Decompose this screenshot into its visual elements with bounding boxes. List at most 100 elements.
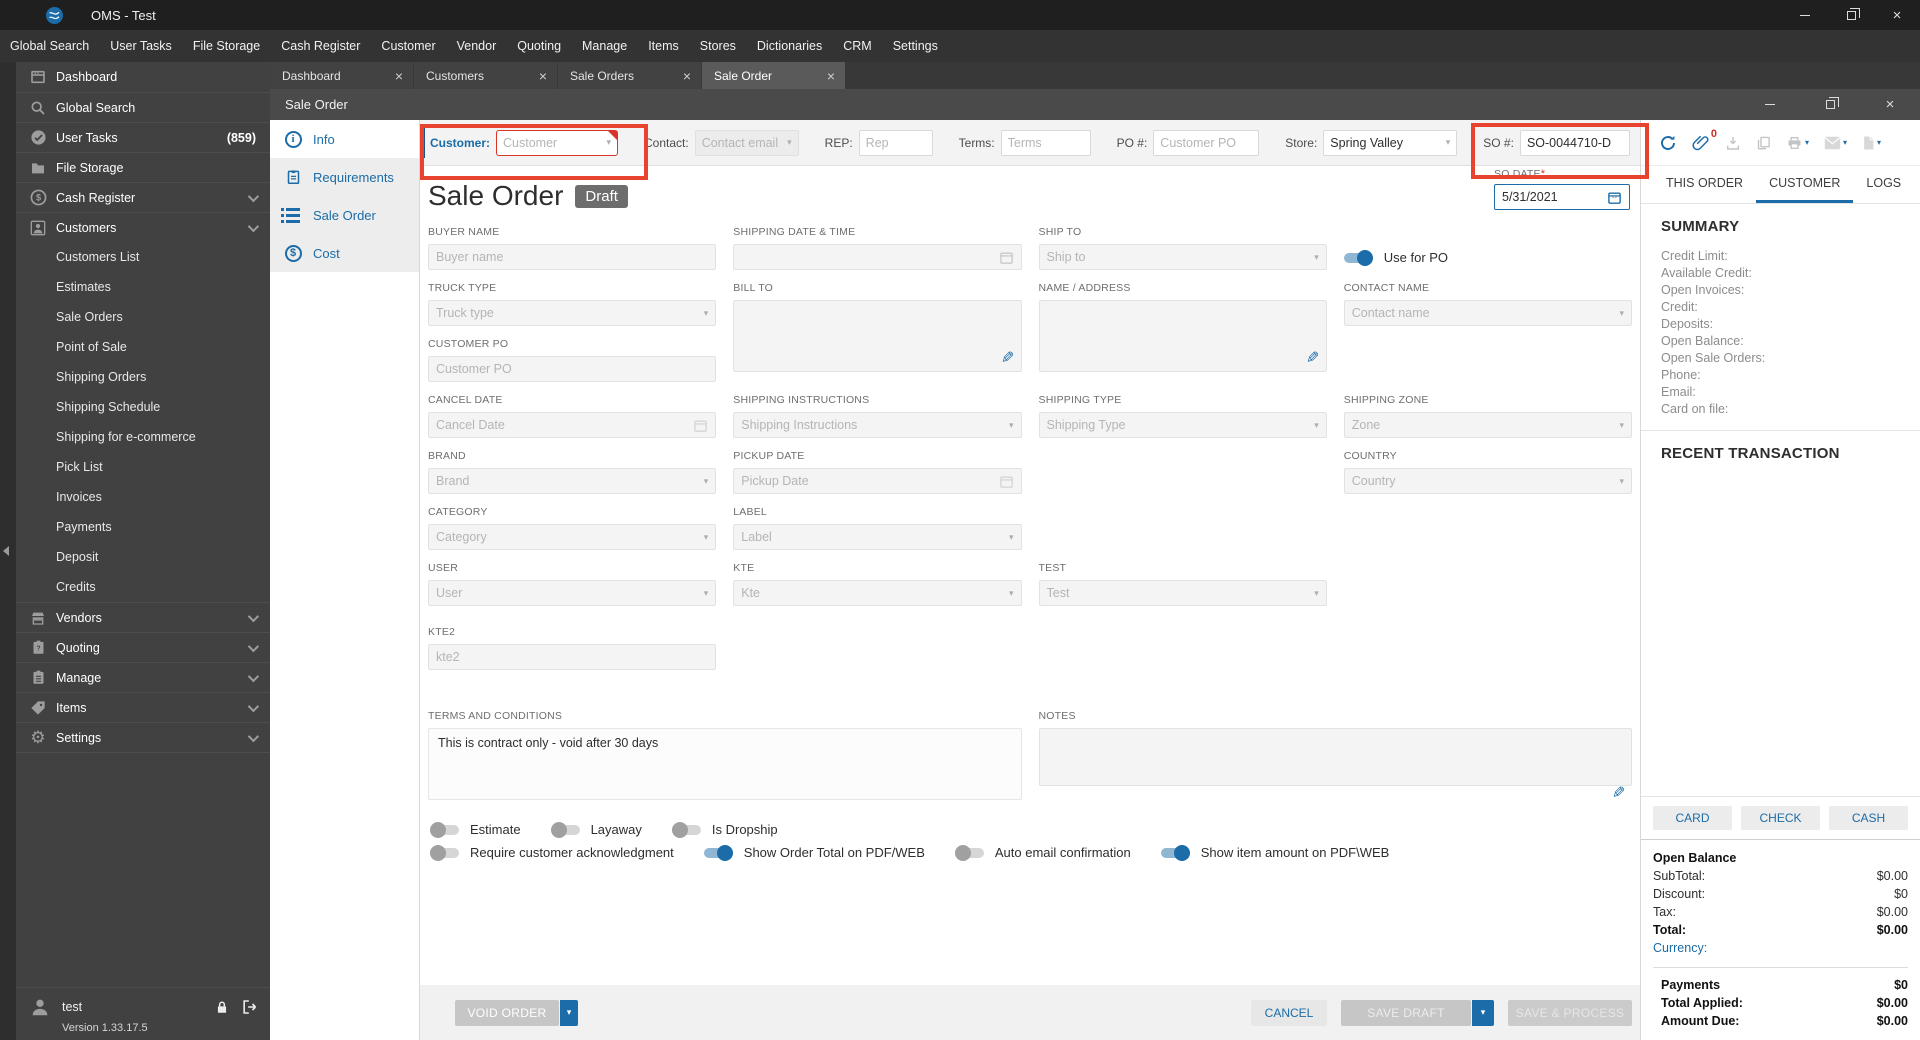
menu-items[interactable]: Items xyxy=(648,39,679,53)
sidebar-item-manage[interactable]: Manage xyxy=(16,662,270,692)
customer-po-input[interactable]: Customer PO xyxy=(428,356,717,382)
doc-minimize-button[interactable] xyxy=(1740,89,1800,120)
cancel-button[interactable]: CANCEL xyxy=(1251,999,1327,1026)
sidebar-item-cash-register[interactable]: $ Cash Register xyxy=(16,182,270,212)
store-dropdown[interactable]: Spring Valley ▾ xyxy=(1323,129,1458,156)
rep-input[interactable] xyxy=(858,129,933,156)
lock-icon[interactable] xyxy=(215,1000,229,1015)
nav-item-requirements[interactable]: Requirements xyxy=(270,158,419,196)
save-draft-dropdown-button[interactable]: ▾ xyxy=(1472,999,1494,1026)
auto-email-confirmation-toggle[interactable] xyxy=(954,844,984,861)
require-acknowledgment-toggle[interactable] xyxy=(430,844,459,861)
sidebar-item-customers-list[interactable]: Customers List xyxy=(16,242,270,272)
nav-item-cost[interactable]: $ Cost xyxy=(270,234,419,272)
test-dropdown[interactable]: Test ▾ xyxy=(1038,580,1327,606)
so-date-input[interactable]: 5/31/2021 xyxy=(1494,184,1630,210)
contact-dropdown[interactable]: Contact email ▾ xyxy=(694,129,799,156)
sidebar-item-deposit[interactable]: Deposit xyxy=(16,542,270,572)
terms-conditions-textarea[interactable]: This is contract only - void after 30 da… xyxy=(428,728,1022,800)
sidebar-item-file-storage[interactable]: File Storage xyxy=(16,152,270,182)
print-icon[interactable]: ▾ xyxy=(1786,135,1809,151)
ship-to-dropdown[interactable]: Ship to ▾ xyxy=(1038,244,1327,270)
menu-dictionaries[interactable]: Dictionaries xyxy=(757,39,822,53)
logout-icon[interactable] xyxy=(241,999,258,1015)
is-dropship-toggle[interactable] xyxy=(671,821,701,838)
sidebar-item-estimates[interactable]: Estimates xyxy=(16,272,270,302)
estimate-toggle[interactable] xyxy=(430,821,459,838)
user-dropdown[interactable]: User ▾ xyxy=(428,580,717,606)
refresh-icon[interactable] xyxy=(1659,134,1677,152)
tab-logs[interactable]: LOGS xyxy=(1853,166,1914,203)
menu-settings[interactable]: Settings xyxy=(893,39,938,53)
close-icon[interactable]: × xyxy=(537,68,549,84)
sidebar-item-vendors[interactable]: Vendors xyxy=(16,602,270,632)
void-order-dropdown-button[interactable]: ▾ xyxy=(560,999,578,1026)
buyer-name-input[interactable]: Buyer name xyxy=(428,244,717,270)
check-button[interactable]: CHECK xyxy=(1741,806,1820,830)
kte2-input[interactable]: kte2 xyxy=(428,644,717,670)
layaway-toggle[interactable] xyxy=(550,821,580,838)
sidebar-collapse-arrow-icon[interactable] xyxy=(3,546,9,556)
brand-dropdown[interactable]: Brand ▾ xyxy=(428,468,717,494)
sidebar-item-shipping-schedule[interactable]: Shipping Schedule xyxy=(16,392,270,422)
tab-dashboard[interactable]: Dashboard × xyxy=(270,62,413,89)
country-dropdown[interactable]: Country ▾ xyxy=(1343,468,1632,494)
menu-customer[interactable]: Customer xyxy=(381,39,435,53)
email-icon[interactable]: ▾ xyxy=(1824,136,1847,150)
menu-file-storage[interactable]: File Storage xyxy=(193,39,260,53)
sidebar-item-dashboard[interactable]: Dashboard xyxy=(16,62,270,92)
menu-cash-register[interactable]: Cash Register xyxy=(281,39,360,53)
calendar-icon[interactable] xyxy=(1607,190,1622,205)
sidebar-item-shipping-ecommerce[interactable]: Shipping for e-commerce xyxy=(16,422,270,452)
sidebar-item-items[interactable]: Items xyxy=(16,692,270,722)
sidebar-item-customers[interactable]: Customers xyxy=(16,212,270,242)
menu-global-search[interactable]: Global Search xyxy=(10,39,89,53)
void-order-button[interactable]: VOID ORDER xyxy=(455,999,559,1026)
name-address-textarea[interactable]: ✎ xyxy=(1038,300,1327,372)
contact-name-dropdown[interactable]: Contact name ▾ xyxy=(1343,300,1632,326)
edit-pencil-icon[interactable]: ✎ xyxy=(1001,348,1014,368)
shipping-zone-dropdown[interactable]: Zone ▾ xyxy=(1343,412,1632,438)
tab-customer[interactable]: CUSTOMER xyxy=(1756,166,1854,203)
close-icon[interactable]: × xyxy=(393,68,405,84)
edit-pencil-icon[interactable]: ✎ xyxy=(1306,348,1319,368)
sidebar-item-settings[interactable]: ⚙ Settings xyxy=(16,722,270,752)
import-icon[interactable] xyxy=(1725,135,1741,151)
kte-dropdown[interactable]: Kte ▾ xyxy=(733,580,1022,606)
sidebar-item-quoting[interactable]: ? Quoting xyxy=(16,632,270,662)
notes-textarea[interactable]: ✎ xyxy=(1038,728,1632,802)
window-restore-button[interactable] xyxy=(1828,0,1874,30)
label-dropdown[interactable]: Label ▾ xyxy=(733,524,1022,550)
customer-dropdown[interactable]: Customer ▾ xyxy=(496,129,619,156)
menu-user-tasks[interactable]: User Tasks xyxy=(110,39,172,53)
shipping-datetime-input[interactable] xyxy=(733,244,1022,270)
show-item-amount-toggle[interactable] xyxy=(1160,844,1190,861)
show-order-total-toggle[interactable] xyxy=(703,844,733,861)
po-number-input[interactable] xyxy=(1153,129,1260,156)
sidebar-item-pick-list[interactable]: Pick List xyxy=(16,452,270,482)
doc-close-button[interactable]: × xyxy=(1860,89,1920,120)
tab-sale-order[interactable]: Sale Order × xyxy=(702,62,845,89)
sidebar-item-user-tasks[interactable]: User Tasks (859) xyxy=(16,122,270,152)
shipping-instructions-dropdown[interactable]: Shipping Instructions ▾ xyxy=(733,412,1022,438)
edit-pencil-icon[interactable]: ✎ xyxy=(1612,783,1625,803)
doc-restore-button[interactable] xyxy=(1800,89,1860,120)
cash-button[interactable]: CASH xyxy=(1829,806,1908,830)
sidebar-item-shipping-orders[interactable]: Shipping Orders xyxy=(16,362,270,392)
menu-vendor[interactable]: Vendor xyxy=(457,39,497,53)
card-button[interactable]: CARD xyxy=(1653,806,1732,830)
tab-customers[interactable]: Customers × xyxy=(414,62,557,89)
window-minimize-button[interactable] xyxy=(1782,0,1828,30)
currency-link[interactable]: Currency: xyxy=(1653,939,1908,957)
truck-type-dropdown[interactable]: Truck type ▾ xyxy=(428,300,717,326)
use-for-po-toggle[interactable] xyxy=(1343,249,1373,266)
cancel-date-input[interactable]: Cancel Date xyxy=(428,412,717,438)
menu-manage[interactable]: Manage xyxy=(582,39,627,53)
tab-this-order[interactable]: THIS ORDER xyxy=(1653,166,1756,203)
so-number-input[interactable]: SO-0044710-D xyxy=(1519,129,1630,156)
nav-item-info[interactable]: i Info xyxy=(270,120,419,158)
nav-item-sale-order[interactable]: Sale Order xyxy=(270,196,419,234)
sidebar-item-invoices[interactable]: Invoices xyxy=(16,482,270,512)
save-process-button[interactable]: SAVE & PROCESS xyxy=(1508,999,1632,1026)
save-draft-button[interactable]: SAVE DRAFT xyxy=(1341,999,1471,1026)
